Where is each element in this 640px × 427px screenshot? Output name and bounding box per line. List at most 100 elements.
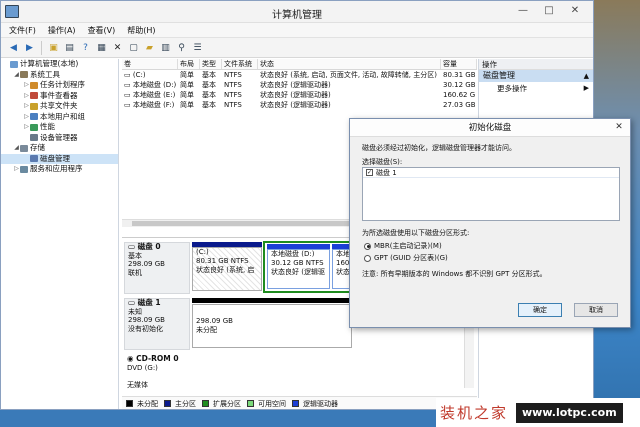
legend-swatch (164, 400, 171, 407)
search-icon[interactable]: ⚲ (175, 41, 188, 54)
mbr-label: MBR(主启动记录)(M) (374, 242, 442, 250)
up-folder-icon[interactable]: ▣ (47, 41, 60, 54)
back-icon[interactable]: ◀ (7, 41, 20, 54)
col-volume[interactable]: 卷 (122, 59, 178, 69)
tree-item[interactable]: ◢ 存储 (1, 143, 118, 154)
dialog-title-bar: 初始化磁盘 ✕ (350, 119, 630, 137)
table-row[interactable]: ▭ 本地磁盘 (F:) 简单 基本 NTFS 状态良好 (逻辑驱动器) 27.03 GB (122, 100, 477, 110)
volume-name: (C:) (132, 71, 146, 79)
list-icon[interactable]: ☰ (191, 41, 204, 54)
actions-section-disk-management[interactable]: 磁盘管理 ▲ (479, 70, 593, 82)
tree-item-label: 系统工具 (30, 69, 60, 79)
tree-item-label: 计算机管理(本地) (20, 59, 79, 68)
volume-icon: ▭ (124, 81, 133, 89)
show-tree-icon[interactable]: ▤ (63, 41, 76, 54)
tree-node-icon (30, 113, 38, 121)
dialog-close-button[interactable]: ✕ (608, 120, 630, 135)
expand-icon[interactable]: ◢ (13, 143, 20, 154)
expand-icon[interactable]: ▷ (23, 91, 30, 102)
disk0-name: 磁盘 0 (137, 242, 161, 251)
menu-view[interactable]: 查看(V) (88, 25, 116, 36)
tree-item-label: 服务和应用程序 (30, 164, 83, 173)
mbr-radio[interactable] (364, 242, 371, 250)
table-row[interactable]: ▭ 本地磁盘 (D:) 简单 基本 NTFS 状态良好 (逻辑驱动器) 30.12 GB (122, 80, 477, 90)
mbr-option[interactable]: MBR(主启动记录)(M) (364, 241, 442, 251)
tree-node-icon (30, 81, 38, 89)
partition-c-size: 80.31 GB NTFS (196, 257, 249, 265)
partition-c[interactable]: (C:) 80.31 GB NTFS 状态良好 (系统, 启 (192, 247, 262, 291)
tree-item[interactable]: 计算机管理(本地) (1, 59, 118, 70)
tree-node-icon (20, 144, 28, 152)
disk0-type: 基本 (128, 251, 142, 260)
col-layout[interactable]: 布局 (178, 59, 200, 69)
table-cell: 简单 (180, 81, 194, 89)
tree-item-label: 设备管理器 (40, 132, 78, 142)
maximize-button[interactable]: □ (541, 4, 557, 18)
expand-icon[interactable]: ▷ (13, 164, 20, 175)
expand-icon[interactable]: ▷ (23, 112, 30, 123)
tree-item[interactable]: ▷ 性能 (1, 122, 118, 133)
expand-icon[interactable]: ▷ (23, 122, 30, 133)
expand-icon[interactable]: ▷ (23, 80, 30, 91)
legend-label: 可用空间 (258, 399, 286, 408)
tree-item[interactable]: ▷ 服务和应用程序 (1, 164, 118, 175)
close-button[interactable]: ✕ (567, 4, 583, 18)
tree-item-label: 共享文件夹 (40, 101, 78, 110)
col-capacity[interactable]: 容量 (441, 59, 477, 69)
tree-item[interactable]: ▷ 共享文件夹 (1, 101, 118, 112)
legend-swatch (126, 400, 133, 407)
save-icon[interactable]: ▥ (159, 41, 172, 54)
open-icon[interactable]: ▰ (143, 41, 156, 54)
menu-bar: 文件(F) 操作(A) 查看(V) 帮助(H) (1, 23, 593, 38)
expand-icon[interactable]: ◢ (13, 70, 20, 81)
gpt-option[interactable]: GPT (GUID 分区表)(G) (364, 253, 448, 263)
tree-item[interactable]: 设备管理器 (1, 133, 118, 144)
col-filesystem[interactable]: 文件系统 (222, 59, 258, 69)
legend-swatch (202, 400, 209, 407)
tree-node-icon (30, 92, 38, 100)
partition-c-label: (C:) (196, 248, 209, 256)
properties-icon[interactable]: ▦ (95, 41, 108, 54)
dialog-title: 初始化磁盘 (468, 123, 512, 133)
disk1-info[interactable]: ▭ 磁盘 1 未知 298.09 GB 没有初始化 (124, 298, 190, 350)
menu-help[interactable]: 帮助(H) (127, 25, 155, 36)
partition-legend: 未分配 主分区 扩展分区 可用空间 逻辑驱动器 (122, 396, 477, 409)
tree-item[interactable]: ◢ 系统工具 (1, 70, 118, 81)
menu-action[interactable]: 操作(A) (48, 25, 76, 36)
tree-item[interactable]: ▷ 本地用户和组 (1, 112, 118, 123)
more-actions[interactable]: 更多操作 ▶ (479, 82, 593, 95)
expand-icon[interactable]: ▷ (23, 101, 30, 112)
disk1-checkbox[interactable]: ✓ (366, 169, 373, 176)
dialog-intro-text: 磁盘必须经过初始化，逻辑磁盘管理器才能访问。 (362, 144, 516, 152)
tree-item[interactable]: ▷ 事件查看器 (1, 91, 118, 102)
disk-list-item[interactable]: ✓ 磁盘 1 (363, 168, 619, 178)
table-row[interactable]: ▭ (C:) 简单 基本 NTFS 状态良好 (系统, 启动, 页面文件, 活动, 故障… (122, 70, 477, 80)
gpt-radio[interactable] (364, 254, 371, 262)
partition-d[interactable]: 本地磁盘 (D:) 30.12 GB NTFS 状态良好 (逻辑驱 (267, 249, 330, 289)
cdrom-info[interactable]: ◉ CD-ROM 0 DVD (G:) 无媒体 (124, 354, 190, 395)
disk0-info[interactable]: ▭ 磁盘 0 基本 298.09 GB 联机 (124, 242, 190, 294)
disk-list-item-label: 磁盘 1 (376, 168, 397, 177)
collapse-icon[interactable]: ▲ (584, 70, 589, 82)
unallocated-label: 未分配 (196, 326, 217, 334)
minimize-button[interactable]: — (515, 4, 531, 18)
new-icon[interactable]: ▢ (127, 41, 140, 54)
help-icon[interactable]: ? (79, 41, 92, 54)
disk-list[interactable]: ✓ 磁盘 1 (362, 167, 620, 221)
menu-file[interactable]: 文件(F) (9, 25, 36, 36)
col-type[interactable]: 类型 (200, 59, 222, 69)
cancel-button[interactable]: 取消 (574, 303, 618, 317)
unallocated-space[interactable]: 298.09 GB 未分配 (192, 304, 352, 348)
tree-item[interactable]: ▷ 任务计划程序 (1, 80, 118, 91)
ok-button[interactable]: 确定 (518, 303, 562, 317)
tree-item[interactable]: 磁盘管理 (1, 153, 118, 164)
delete-icon[interactable]: ✕ (111, 41, 124, 54)
partition-d-status: 状态良好 (逻辑驱 (271, 268, 325, 276)
table-cell: 状态良好 (逻辑驱动器) (260, 101, 331, 109)
forward-icon[interactable]: ▶ (23, 41, 36, 54)
tree-node-icon (20, 71, 28, 79)
actions-header: 操作 (479, 59, 593, 70)
disk0-size: 298.09 GB (128, 260, 165, 268)
col-status[interactable]: 状态 (258, 59, 441, 69)
table-row[interactable]: ▭ 本地磁盘 (E:) 简单 基本 NTFS 状态良好 (逻辑驱动器) 160.62 G (122, 90, 477, 100)
